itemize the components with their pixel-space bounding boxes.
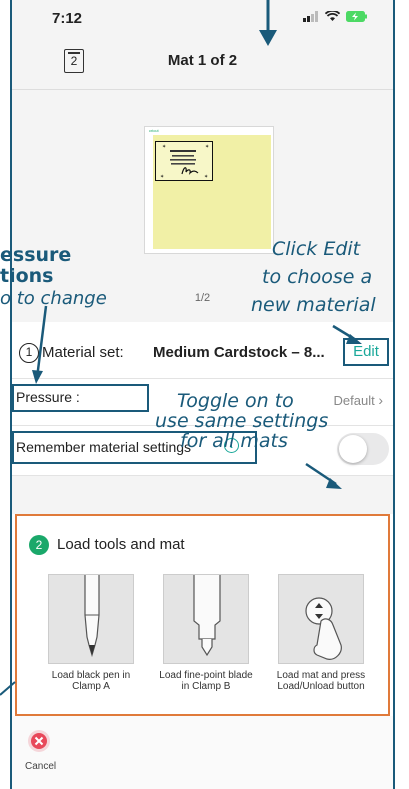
load-blade-card (163, 574, 249, 664)
load-mat-label: Load mat and press Load/Unload button (276, 670, 366, 692)
material-set-label: Material set: (42, 344, 124, 361)
section-spacer (12, 476, 393, 514)
svg-text:✶: ✶ (205, 144, 209, 150)
annotation-edit-2: to choose a (262, 266, 373, 288)
status-bar: 7:12 (12, 0, 393, 34)
wifi-icon (325, 11, 340, 21)
svg-text:✶: ✶ (162, 144, 166, 150)
material-set-row: 1 Material set: Medium Cardstock – 8... … (12, 322, 393, 379)
annotation-pressure-title-1: essure (0, 244, 72, 266)
status-icons (303, 11, 368, 22)
load-pen-label: Load black pen in Clamp A (51, 670, 131, 692)
bottom-bar: Cancel (12, 716, 393, 789)
annotation-edit-3: new material (251, 294, 376, 316)
nav-bar: 2 Mat 1 of 2 (12, 34, 393, 90)
svg-text:✶: ✶ (160, 174, 164, 180)
mat-thumbnail[interactable]: cricut ✶ ✶ ✶ ✶ (144, 126, 274, 254)
chevron-right-icon: › (378, 392, 383, 408)
load-mat-card (278, 574, 364, 664)
remember-settings-label: Remember material settings (16, 439, 192, 455)
step-number-1: 1 (19, 343, 39, 363)
remember-settings-toggle[interactable] (337, 433, 389, 465)
mat-surface: ✶ ✶ ✶ ✶ (153, 135, 271, 249)
annotation-toggle-1: Toggle on to (177, 390, 294, 412)
material-set-value: Medium Cardstock – 8... (153, 344, 325, 361)
blade-tool-icon (193, 575, 221, 657)
load-pen-card (48, 574, 134, 664)
annotation-toggle-3: for all mats (180, 430, 288, 452)
svg-text:✶: ✶ (204, 174, 208, 180)
pressure-label: Pressure : (16, 389, 80, 405)
annotation-edit-1: Click Edit (272, 238, 361, 260)
load-unload-button-icon (305, 597, 342, 660)
status-time: 7:12 (52, 10, 83, 27)
annotation-toggle-2: use same settings (155, 410, 329, 432)
annotation-pressure-title-2: tions (0, 265, 54, 287)
toggle-knob (339, 435, 367, 463)
pen-tool-icon (84, 575, 100, 658)
annotation-pressure-sub: o to change (0, 288, 107, 309)
load-blade-label: Load fine-point blade in Clamp B (159, 670, 253, 692)
design-preview-icon: ✶ ✶ ✶ ✶ (155, 141, 213, 181)
edit-material-button[interactable]: Edit (343, 338, 389, 366)
load-tools-panel: 2 Load tools and mat Load black pen in C… (15, 514, 390, 716)
battery-charging-icon (346, 11, 367, 22)
cancel-label[interactable]: Cancel (25, 761, 56, 772)
pressure-value[interactable]: Default › (334, 392, 384, 408)
step-number-2: 2 (29, 535, 49, 555)
cancel-icon[interactable] (28, 730, 50, 752)
mat-brand-mark: cricut (149, 128, 159, 133)
load-tools-title: Load tools and mat (57, 536, 185, 553)
signal-icon (303, 11, 318, 22)
page-title: Mat 1 of 2 (167, 52, 238, 69)
